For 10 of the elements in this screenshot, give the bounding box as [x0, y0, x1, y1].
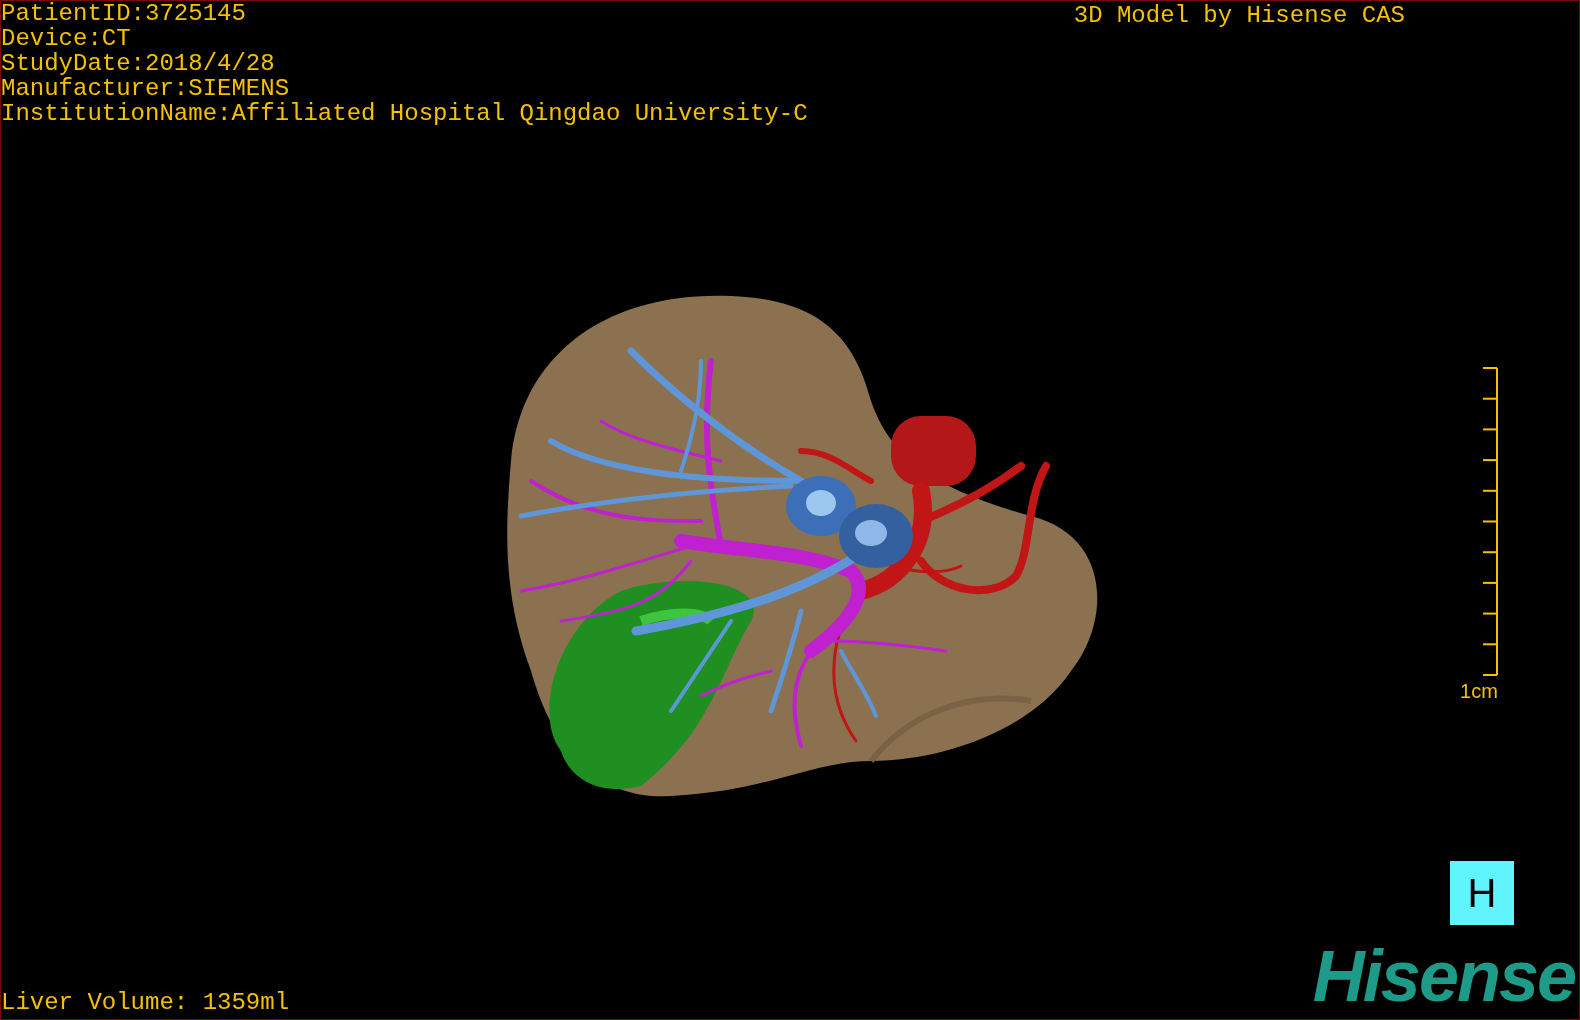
info-text: StudyDate:2018/4/28	[1, 51, 276, 76]
info-text: Device:CT	[1, 26, 132, 51]
model-credit-text: 3D Model by Hisense CAS	[1073, 1, 1405, 31]
info-text: PatientID:3725145	[1, 1, 247, 26]
liver-volume-text: Liver Volume: 1359ml	[1, 989, 290, 1018]
scale-label: 1cm	[1460, 680, 1498, 703]
logo-text: Hisense	[1312, 943, 1576, 1018]
view-button[interactable]: H	[1450, 861, 1514, 925]
info-text: Manufacturer:SIEMENS	[1, 76, 291, 101]
info-text: InstitutionName:Affiliated Hospital Qingdao University-C	[1, 101, 808, 126]
